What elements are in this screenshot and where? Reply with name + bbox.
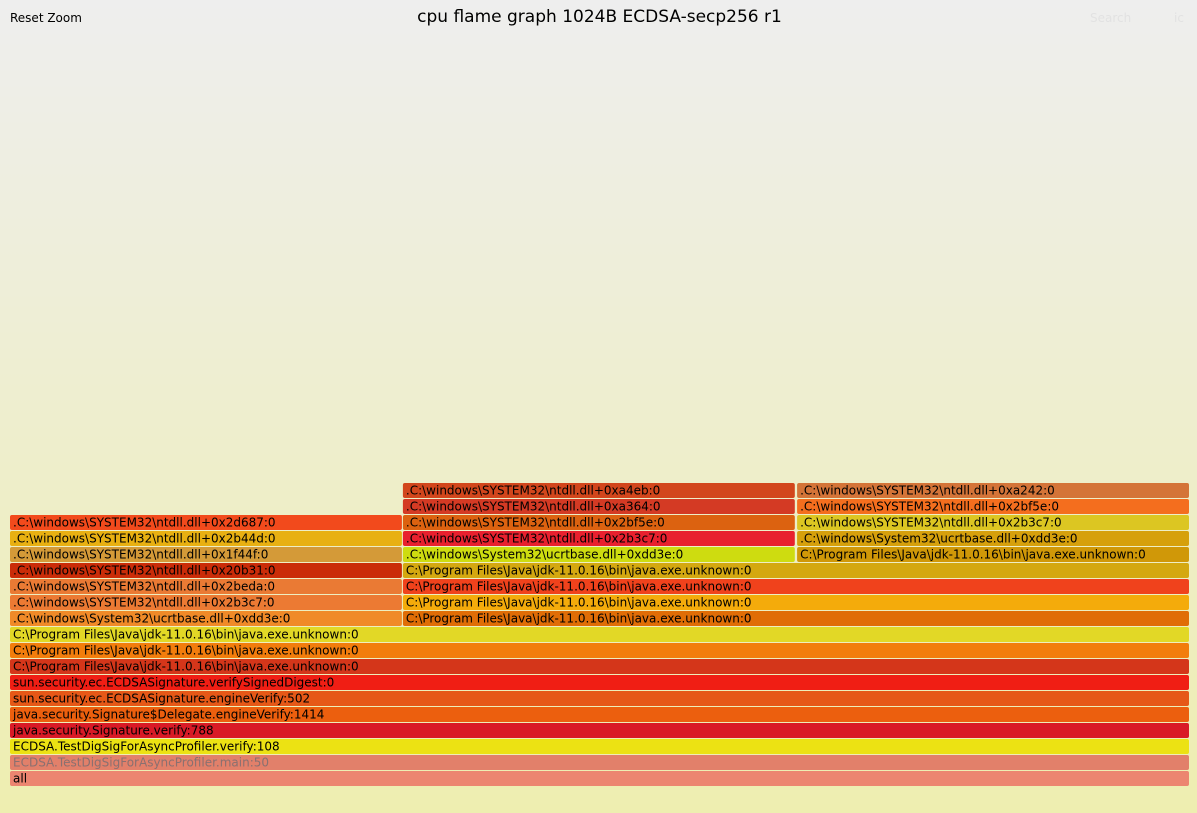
flame-frame[interactable]: C:\Program Files\Java\jdk-11.0.16\bin\ja… [797, 547, 1189, 562]
flame-frame-label: C:\Program Files\Java\jdk-11.0.16\bin\ja… [13, 644, 359, 658]
flame-frame[interactable]: ECDSA.TestDigSigForAsyncProfiler.verify:… [10, 739, 1189, 754]
flame-frame[interactable]: .C:\windows\SYSTEM32\ntdll.dll+0xa364:0 [402, 499, 795, 514]
flame-frame-label: .C:\windows\SYSTEM32\ntdll.dll+0xa364:0 [406, 500, 661, 514]
flame-frame[interactable]: .C:\windows\SYSTEM32\ntdll.dll+0x2b3c7:0 [402, 531, 795, 546]
flame-frame[interactable]: C:\Program Files\Java\jdk-11.0.16\bin\ja… [10, 643, 1189, 658]
flame-frame-label: C:\Program Files\Java\jdk-11.0.16\bin\ja… [13, 660, 359, 674]
flame-frame[interactable]: .C:\windows\SYSTEM32\ntdll.dll+0x2bf5e:0 [402, 515, 795, 530]
flame-frame[interactable]: .C:\windows\SYSTEM32\ntdll.dll+0x1f44f:0 [10, 547, 402, 562]
flame-frame-label: C:\Program Files\Java\jdk-11.0.16\bin\ja… [406, 564, 752, 578]
flame-frame-label: ECDSA.TestDigSigForAsyncProfiler.main:50 [13, 756, 269, 770]
flame-frame[interactable]: C:\Program Files\Java\jdk-11.0.16\bin\ja… [402, 579, 1189, 594]
flame-frame[interactable]: .C:\windows\SYSTEM32\ntdll.dll+0x2bf5e:0 [797, 499, 1189, 514]
flame-frame-label: .C:\windows\SYSTEM32\ntdll.dll+0x1f44f:0 [13, 548, 268, 562]
flame-frame-label: java.security.Signature.verify:788 [12, 724, 214, 738]
flame-frame-label: .C:\windows\System32\ucrtbase.dll+0xdd3e… [800, 532, 1077, 546]
flame-frame[interactable]: .C:\windows\SYSTEM32\ntdll.dll+0x2d687:0 [10, 515, 402, 530]
flame-frame-label: ECDSA.TestDigSigForAsyncProfiler.verify:… [13, 740, 280, 754]
flame-frame-label: .C:\windows\SYSTEM32\ntdll.dll+0x2bf5e:0 [406, 516, 665, 530]
flame-frame-label: .C:\windows\System32\ucrtbase.dll+0xdd3e… [13, 612, 290, 626]
flame-frame-label: C:\Program Files\Java\jdk-11.0.16\bin\ja… [13, 628, 359, 642]
flame-frame-label: .C:\windows\SYSTEM32\ntdll.dll+0xa242:0 [800, 484, 1055, 498]
flame-frame[interactable]: all [10, 771, 1189, 786]
flame-frame-label: .C:\windows\SYSTEM32\ntdll.dll+0x2beda:0 [13, 580, 275, 594]
flame-graph: all ECDSA.TestDigSigForAsyncProfiler.main… [10, 483, 1189, 786]
flame-frame-label: C:\Program Files\Java\jdk-11.0.16\bin\ja… [406, 612, 752, 626]
flame-frame[interactable]: sun.security.ec.ECDSASignature.verifySig… [10, 675, 1189, 690]
flame-frame-label: C:\Program Files\Java\jdk-11.0.16\bin\ja… [406, 580, 752, 594]
flame-frame-label: .C:\windows\SYSTEM32\ntdll.dll+0x2b3c7:0 [13, 596, 275, 610]
flame-frame[interactable]: .C:\windows\SYSTEM32\ntdll.dll+0x2b44d:0 [10, 531, 402, 546]
flame-frame-label: .C:\windows\SYSTEM32\ntdll.dll+0xa4eb:0 [406, 484, 660, 498]
flame-frame[interactable]: C:\Program Files\Java\jdk-11.0.16\bin\ja… [10, 627, 1189, 642]
flame-frame[interactable]: .C:\windows\SYSTEM32\ntdll.dll+0x2beda:0 [10, 579, 402, 594]
flame-frame[interactable]: .C:\windows\System32\ucrtbase.dll+0xdd3e… [10, 611, 402, 626]
flame-frame-rect[interactable] [10, 771, 1189, 786]
flame-frame[interactable]: java.security.Signature$Delegate.engineV… [10, 707, 1189, 722]
flame-frame-label: sun.security.ec.ECDSASignature.engineVer… [13, 692, 310, 706]
flame-frame[interactable]: sun.security.ec.ECDSASignature.engineVer… [10, 691, 1189, 706]
flame-frame-label: .C:\windows\SYSTEM32\ntdll.dll+0x2bf5e:0 [800, 500, 1059, 514]
flame-frame-label: .C:\windows\System32\ucrtbase.dll+0xdd3e… [406, 548, 683, 562]
flame-frame-label: .C:\windows\SYSTEM32\ntdll.dll+0x20b31:0 [13, 564, 276, 578]
flame-frame[interactable]: C:\Program Files\Java\jdk-11.0.16\bin\ja… [402, 611, 1189, 626]
flame-frame-label: .C:\windows\SYSTEM32\ntdll.dll+0x2d687:0 [13, 516, 276, 530]
flame-frame-label: .C:\windows\SYSTEM32\ntdll.dll+0x2b3c7:0 [406, 532, 668, 546]
flame-frame[interactable]: java.security.Signature.verify:788 [10, 723, 1189, 738]
flame-frame[interactable]: ECDSA.TestDigSigForAsyncProfiler.main:50 [10, 755, 1189, 770]
flame-frame[interactable]: C:\Program Files\Java\jdk-11.0.16\bin\ja… [10, 659, 1189, 674]
flame-frame-label: java.security.Signature$Delegate.engineV… [12, 708, 324, 722]
flame-frame[interactable]: .C:\windows\SYSTEM32\ntdll.dll+0xa242:0 [797, 483, 1189, 498]
flame-frame[interactable]: C:\Program Files\Java\jdk-11.0.16\bin\ja… [402, 563, 1189, 578]
flame-frame-label: .C:\windows\SYSTEM32\ntdll.dll+0x2b3c7:0 [800, 516, 1062, 530]
flame-frame-label: C:\Program Files\Java\jdk-11.0.16\bin\ja… [406, 596, 752, 610]
flame-frame[interactable]: .C:\windows\System32\ucrtbase.dll+0xdd3e… [402, 547, 795, 562]
flame-frame-label: .C:\windows\SYSTEM32\ntdll.dll+0x2b44d:0 [13, 532, 276, 546]
flame-frame[interactable]: .C:\windows\SYSTEM32\ntdll.dll+0x2b3c7:0 [10, 595, 402, 610]
flame-frame[interactable]: .C:\windows\System32\ucrtbase.dll+0xdd3e… [797, 531, 1189, 546]
flame-frame-label: sun.security.ec.ECDSASignature.verifySig… [13, 676, 334, 690]
flame-frame-label: all [13, 772, 27, 786]
flame-frame[interactable]: .C:\windows\SYSTEM32\ntdll.dll+0x20b31:0 [10, 563, 402, 578]
flame-frame[interactable]: .C:\windows\SYSTEM32\ntdll.dll+0x2b3c7:0 [797, 515, 1189, 530]
flame-frame[interactable]: C:\Program Files\Java\jdk-11.0.16\bin\ja… [402, 595, 1189, 610]
flame-frames: all ECDSA.TestDigSigForAsyncProfiler.main… [10, 483, 1189, 786]
flame-frame[interactable]: .C:\windows\SYSTEM32\ntdll.dll+0xa4eb:0 [402, 483, 795, 498]
flame-frame-label: C:\Program Files\Java\jdk-11.0.16\bin\ja… [800, 548, 1146, 562]
